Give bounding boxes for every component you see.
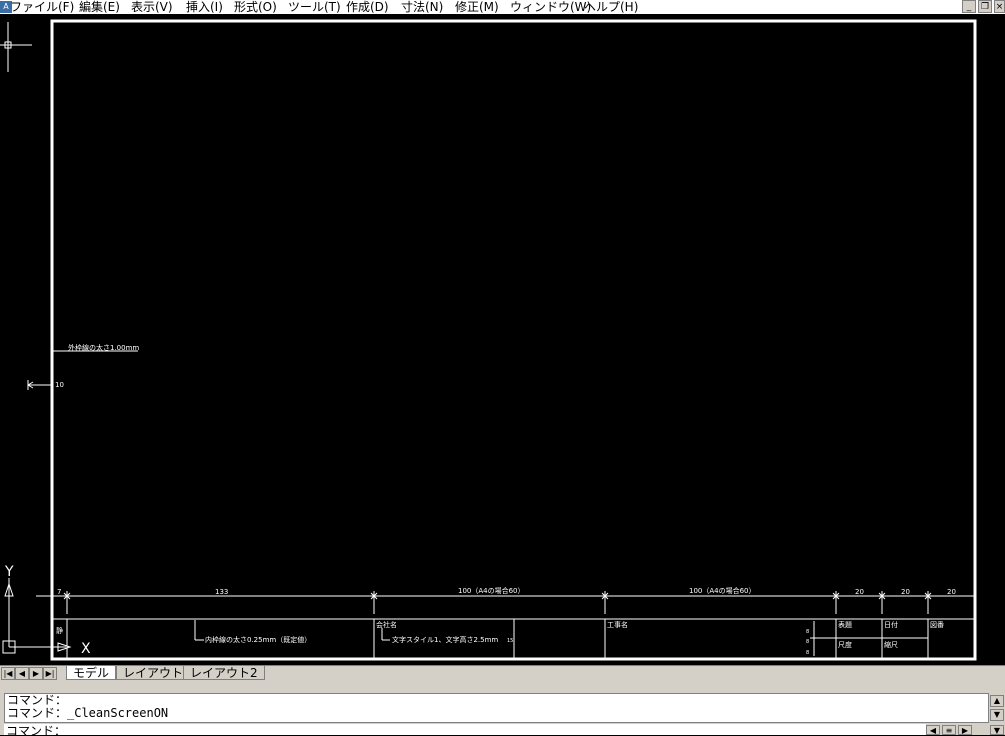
dim-100-a: 100（A4の場合60）: [458, 586, 525, 595]
dim-20-a: 20: [855, 588, 864, 596]
drawing-svg: 外枠線の太さ1.00mm 10 7 133 100（A4の場合60） 100（A…: [0, 19, 977, 661]
minimize-icon[interactable]: _: [962, 0, 976, 13]
command-window: コマンド： コマンド：_CleanScreenON ▲ ▼ コマンド： ◀ ≡ …: [0, 691, 1005, 735]
next-tab-icon[interactable]: ▶: [29, 667, 43, 680]
scroll-right-icon[interactable]: ▶: [958, 725, 972, 735]
menu-help[interactable]: ヘルプ(H): [584, 0, 638, 14]
outer-frame: [50, 19, 977, 661]
menu-window[interactable]: ウィンドウ(W): [510, 0, 591, 14]
menu-draw[interactable]: 作成(D): [346, 0, 389, 14]
dim-100-b: 100（A4の場合60）: [689, 586, 756, 595]
project-label: 工事名: [607, 620, 628, 629]
scroll-up-icon[interactable]: ▲: [990, 695, 1004, 707]
tab-model[interactable]: モデル: [66, 666, 117, 680]
outer-frame-note: 外枠線の太さ1.00mm: [68, 343, 139, 352]
prev-tab-icon[interactable]: ◀: [15, 667, 29, 680]
menu-format[interactable]: 形式(O): [234, 0, 277, 14]
title-block-left-label: 静: [56, 626, 63, 635]
menu-modify[interactable]: 修正(M): [455, 0, 499, 14]
scroll-thumb[interactable]: ≡: [942, 725, 956, 735]
layout-tabs-bar: |◀ ◀ ▶ ▶| モデル レイアウト1 レイアウト2: [0, 665, 1005, 681]
last-tab-icon[interactable]: ▶|: [43, 667, 57, 680]
menu-insert[interactable]: 挿入(I): [186, 0, 223, 14]
command-history: コマンド： コマンド：_CleanScreenON: [4, 693, 989, 723]
drawing-canvas[interactable]: 外枠線の太さ1.00mm 10 7 133 100（A4の場合60） 100（A…: [0, 14, 1005, 665]
scroll-down-icon-2[interactable]: ▼: [990, 725, 1004, 735]
command-input[interactable]: コマンド：: [4, 724, 926, 735]
dim-20-b: 20: [901, 588, 910, 596]
title-label: 表題: [838, 620, 852, 629]
date-label: 日付: [884, 620, 898, 629]
splitter[interactable]: [0, 681, 1005, 691]
title-block: [53, 618, 975, 658]
dim-133: 133: [215, 588, 228, 596]
crosshair-cursor-icon: [0, 22, 32, 72]
close-icon[interactable]: ×: [994, 0, 1005, 13]
first-tab-icon[interactable]: |◀: [1, 667, 15, 680]
ucs-y-label: Y: [4, 564, 14, 580]
menu-bar: A ファイル(F) 編集(E) 表示(V) 挿入(I) 形式(O) ツール(T)…: [0, 0, 1005, 14]
dim-20-c: 20: [947, 588, 956, 596]
dim-7: 7: [57, 588, 61, 596]
dim-8-a: 8: [806, 629, 809, 635]
ucs-x-label: X: [81, 641, 91, 657]
text-style-note: 文字スタイル1、文字高さ2.5mm: [392, 635, 498, 644]
dim-8-b: 8: [806, 639, 809, 645]
company-label: 会社名: [376, 620, 397, 629]
scale-label: 尺度: [838, 640, 852, 649]
menu-file[interactable]: ファイル(F): [10, 0, 74, 14]
dim-10: 10: [55, 381, 64, 389]
menu-tools[interactable]: ツール(T): [288, 0, 341, 14]
scale-value: 縮尺: [884, 640, 898, 649]
inner-frame-note: 内枠線の太さ0.25mm（既定値）: [205, 635, 311, 644]
dim-15: 15: [507, 638, 513, 644]
menu-view[interactable]: 表示(V): [131, 0, 173, 14]
tab-layout2[interactable]: レイアウト2: [183, 666, 265, 680]
restore-icon[interactable]: ❐: [978, 0, 992, 13]
scroll-down-icon[interactable]: ▼: [990, 709, 1004, 721]
dim-8-c: 8: [806, 650, 809, 656]
menu-edit[interactable]: 編集(E): [79, 0, 120, 14]
menu-dimension[interactable]: 寸法(N): [401, 0, 443, 14]
command-line-2: コマンド：_CleanScreenON: [7, 706, 169, 720]
scroll-left-icon[interactable]: ◀: [926, 725, 940, 735]
drawing-no-label: 図番: [930, 621, 944, 629]
